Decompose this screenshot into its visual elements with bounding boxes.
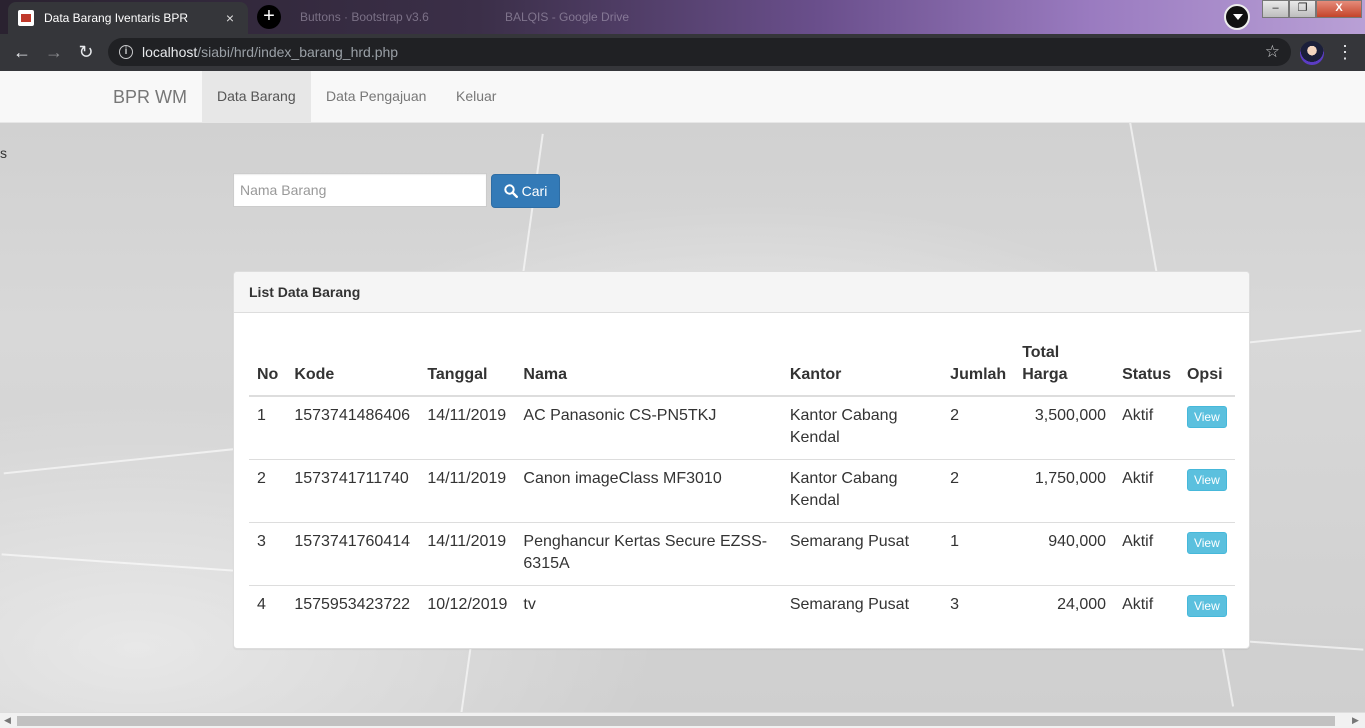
tab-title: Data Barang Iventaris BPR — [44, 11, 189, 25]
bookmark-star-icon[interactable]: ☆ — [1265, 42, 1280, 62]
scroll-right-icon[interactable]: ▶ — [1352, 715, 1359, 726]
cell-jumlah: 3 — [942, 585, 1015, 627]
cell-opsi: View — [1179, 396, 1235, 460]
browser-tab-active[interactable]: Data Barang Iventaris BPR × — [8, 2, 248, 34]
search-button[interactable]: Cari — [491, 174, 560, 208]
background-tab-title: BALQIS - Google Drive — [505, 10, 630, 24]
cell-kode: 1573741486406 — [294, 407, 411, 424]
table-row: 1 1573741486406 14/11/2019 AC Panasonic … — [249, 396, 1235, 460]
column-header: Nama — [515, 334, 782, 397]
nav-item-data-barang[interactable]: Data Barang — [202, 71, 311, 122]
new-tab-button[interactable]: + — [257, 5, 281, 29]
cell-opsi: View — [1178, 522, 1235, 586]
cell-status: Aktif — [1114, 585, 1179, 627]
nav-item-keluar[interactable]: Keluar — [441, 71, 511, 122]
cell-kantor: Semarang Pusat — [781, 585, 943, 627]
data-barang-table: No Kode Tanggal Nama Kantor Jumlah Total… — [249, 334, 1235, 627]
cell-nama: Penghancur Kertas Secure EZSS-6315A — [515, 522, 782, 586]
cell-status: Aktif — [1114, 459, 1179, 523]
cell-jumlah: 2 — [942, 459, 1015, 523]
cell-kode: 1573741760414 — [286, 522, 420, 586]
back-arrow-icon[interactable]: ← — [10, 40, 34, 64]
column-header: Tanggal — [419, 334, 516, 397]
window-controls: – ❐ X — [1262, 0, 1362, 18]
cell-no: 1 — [257, 407, 266, 424]
cell-kantor: Kantor Cabang Kendal — [781, 459, 943, 523]
cell-opsi: View — [1178, 585, 1235, 627]
view-button[interactable]: View — [1186, 406, 1227, 428]
cell-kode: 1573741711740 — [286, 459, 420, 523]
cell-tanggal: 14/11/2019 — [419, 459, 516, 523]
column-header: Opsi — [1178, 334, 1235, 397]
column-header: No — [249, 334, 287, 397]
minimize-button[interactable]: – — [1262, 0, 1289, 18]
browser-menu-icon[interactable]: ⋮ — [1336, 40, 1354, 64]
cell-kode: 1575953423722 — [286, 585, 420, 627]
cell-opsi: View — [1178, 459, 1235, 523]
cell-total-harga: 3,500,000 — [1034, 407, 1107, 424]
background-tab-title: Buttons · Bootstrap v3.6 — [300, 10, 429, 24]
cell-nama: AC Panasonic CS-PN5TKJ — [523, 407, 717, 424]
close-window-button[interactable]: X — [1316, 0, 1362, 18]
column-header: Kantor — [781, 334, 943, 397]
cell-kantor: Semarang Pusat — [781, 522, 943, 586]
cell-no: 4 — [249, 585, 287, 627]
scrollbar-thumb[interactable] — [17, 716, 1335, 726]
cell-tanggal: 14/11/2019 — [419, 522, 516, 586]
table-row: 2 1573741711740 14/11/2019 Canon imageCl… — [249, 459, 1235, 523]
profile-avatar[interactable] — [1300, 41, 1324, 65]
view-button[interactable]: View — [1186, 469, 1227, 491]
cell-total-harga: 1,750,000 — [1014, 459, 1115, 523]
background-tab[interactable]: Buttons · Bootstrap v3.6 — [300, 6, 429, 28]
column-header: Total Harga — [1014, 334, 1115, 397]
cell-nama: Canon imageClass MF3010 — [515, 459, 782, 523]
tab-close-icon[interactable]: × — [222, 10, 238, 26]
cell-kantor: Kantor Cabang Kendal — [789, 407, 898, 446]
panel-title: List Data Barang — [234, 272, 1249, 313]
forward-arrow-icon[interactable]: → — [42, 40, 66, 64]
background-tab[interactable]: BALQIS - Google Drive — [505, 6, 629, 28]
cell-total-harga: 940,000 — [1014, 522, 1115, 586]
cell-status: Aktif — [1122, 407, 1154, 424]
cell-tanggal: 14/11/2019 — [427, 407, 507, 424]
column-header: Status — [1114, 334, 1179, 397]
tab-search-icon[interactable] — [1224, 4, 1250, 30]
stray-text: s — [0, 145, 7, 161]
view-button[interactable]: View — [1186, 595, 1227, 617]
url-host: localhost — [142, 44, 198, 60]
horizontal-scrollbar[interactable]: ◀ ▶ — [0, 712, 1365, 728]
cell-total-harga: 24,000 — [1014, 585, 1115, 627]
nav-item-data-pengajuan[interactable]: Data Pengajuan — [311, 71, 441, 122]
maximize-button[interactable]: ❐ — [1289, 0, 1316, 18]
url-path: /siabi/hrd/index_barang_hrd.php — [197, 44, 399, 60]
site-favicon-icon — [18, 10, 34, 26]
cell-tanggal: 10/12/2019 — [419, 585, 516, 627]
search-input[interactable] — [233, 173, 487, 207]
data-barang-panel: List Data Barang No Kode Tanggal Nama Ka… — [233, 271, 1250, 649]
top-navbar: BPR WM Data Barang Data Pengajuan Keluar — [0, 71, 1365, 123]
address-url[interactable]: localhost/siabi/hrd/index_barang_hrd.php — [142, 44, 398, 60]
browser-toolbar: ← → ↻ i localhost/siabi/hrd/index_barang… — [0, 34, 1365, 71]
cell-jumlah: 2 — [950, 407, 960, 424]
browser-tabstrip: Data Barang Iventaris BPR × + Buttons · … — [0, 0, 1365, 34]
cell-no: 2 — [249, 459, 287, 523]
cell-nama: tv — [515, 585, 782, 627]
table-row: 3 1573741760414 14/11/2019 Penghancur Ke… — [249, 522, 1235, 586]
scroll-left-icon[interactable]: ◀ — [4, 715, 11, 726]
navbar-brand[interactable]: BPR WM — [113, 87, 187, 108]
table-row: 4 1575953423722 10/12/2019 tv Semarang P… — [249, 585, 1235, 627]
table-header-row: No Kode Tanggal Nama Kantor Jumlah Total… — [249, 334, 1235, 397]
site-info-icon[interactable]: i — [119, 45, 133, 59]
column-header: Jumlah — [942, 334, 1015, 397]
view-button[interactable]: View — [1186, 532, 1227, 554]
search-button-label: Cari — [521, 183, 548, 199]
cell-no: 3 — [249, 522, 287, 586]
page-viewport: BPR WM Data Barang Data Pengajuan Keluar… — [0, 71, 1365, 712]
cell-jumlah: 1 — [942, 522, 1015, 586]
column-header: Kode — [286, 334, 420, 397]
cell-status: Aktif — [1114, 522, 1179, 586]
reload-icon[interactable]: ↻ — [74, 40, 98, 64]
search-icon — [503, 184, 518, 198]
address-bar[interactable]: i localhost/siabi/hrd/index_barang_hrd.p… — [108, 38, 1291, 66]
